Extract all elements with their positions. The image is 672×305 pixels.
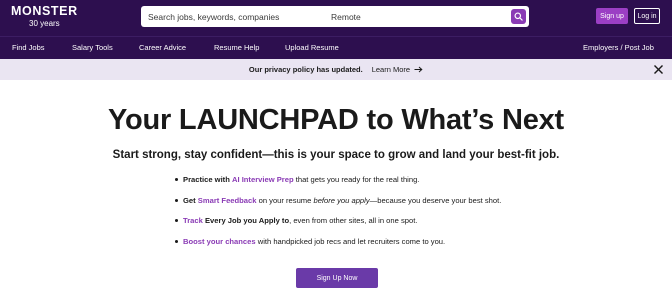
nav-item-employers[interactable]: Employers / Post Job [583,43,654,52]
privacy-banner: Our privacy policy has updated. Learn Mo… [0,59,672,80]
hero-subtitle: Start strong, stay confident—this is you… [112,149,560,161]
log-in-button[interactable]: Log in [634,8,660,24]
list-item: Track Every Job you Apply to, even from … [175,216,595,237]
learn-more-link[interactable]: Learn More [372,65,423,74]
nav-item-salary-tools[interactable]: Salary Tools [72,43,113,52]
monster-logo[interactable]: MONSTER 30 years [11,5,78,29]
nav-item-resume-help[interactable]: Resume Help [214,43,259,52]
bullet-text: that gets you ready for the real thing. [295,175,420,184]
keywords-input[interactable] [141,6,321,27]
nav-item-upload-resume[interactable]: Upload Resume [285,43,339,52]
bullet-lead: Get [183,195,196,205]
list-item: Boost your chances with handpicked job r… [175,237,595,258]
bullet-highlight: Smart Feedback [197,195,257,205]
search-button[interactable] [511,9,526,24]
nav-item-career-advice[interactable]: Career Advice [139,43,186,52]
bullet-lead: Every Job you Apply to [204,216,290,225]
search-bar [141,6,529,27]
bullet-lead: Practice with [183,175,230,184]
bullet-highlight: Track [183,216,203,225]
main-nav: Find Jobs Salary Tools Career Advice Res… [0,36,672,59]
hero-title: Your LAUNCHPAD to What’s Next [107,104,565,136]
bullet-italic: before you apply [313,195,370,205]
arrow-right-icon [414,66,423,73]
bullet-text: on your resume [258,195,312,205]
location-input[interactable] [325,6,505,27]
close-icon[interactable] [653,64,664,75]
top-header: MONSTER 30 years Sign up Log in [0,0,672,36]
learn-more-label: Learn More [371,65,411,74]
list-item: Practice with AI Interview Prep that get… [175,175,595,196]
sign-up-button[interactable]: Sign up [596,8,628,24]
banner-message: Our privacy policy has updated. [248,65,363,74]
nav-item-find-jobs[interactable]: Find Jobs [12,43,45,52]
logo-text: MONSTER [11,4,78,18]
bullet-text: with handpicked job recs and let recruit… [257,236,446,246]
search-icon [514,12,523,21]
bullet-text: , even from other sites, all in one spot… [289,216,418,225]
bullet-highlight: AI Interview Prep [231,175,294,184]
logo-wordmark: MONSTER [11,5,78,18]
list-item: Get Smart Feedback on your resume before… [175,196,595,217]
logo-subtext: 30 years [29,19,60,28]
bullet-highlight: Boost your chances [183,236,256,246]
feature-list: Practice with AI Interview Prep that get… [175,175,595,257]
bullet-text-end: —because you deserve your best shot. [369,195,502,205]
sign-up-now-button[interactable]: Sign Up Now [296,268,378,288]
